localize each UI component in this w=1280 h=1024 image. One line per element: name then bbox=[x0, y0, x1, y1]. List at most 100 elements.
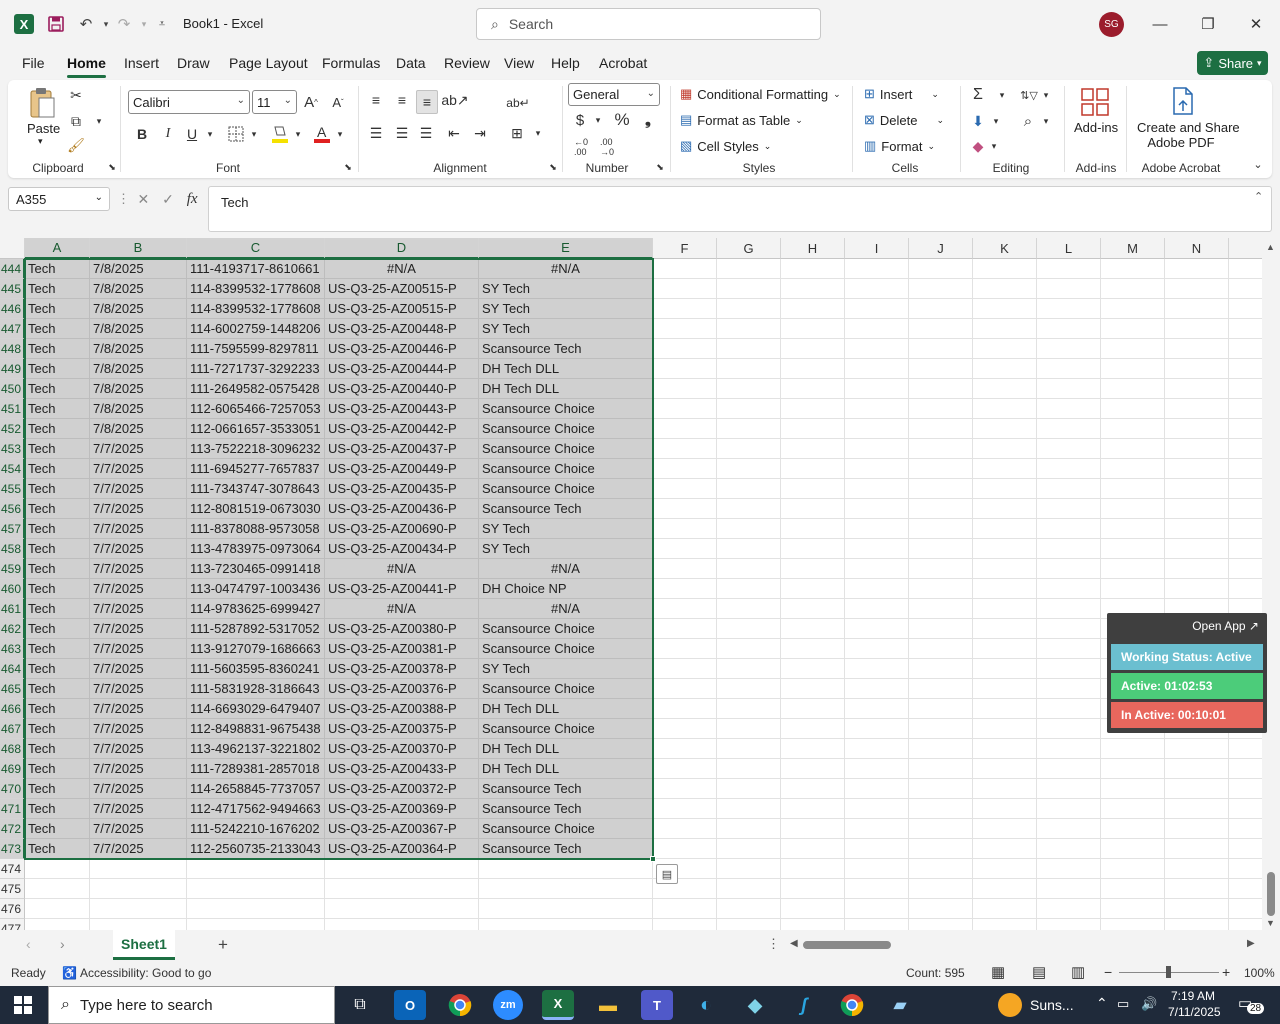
cell-empty[interactable] bbox=[1165, 839, 1229, 859]
cell-empty[interactable] bbox=[1101, 519, 1165, 539]
cell-empty[interactable] bbox=[653, 299, 717, 319]
cell-empty[interactable] bbox=[973, 779, 1037, 799]
cell-empty[interactable] bbox=[1229, 799, 1264, 819]
cell-empty[interactable] bbox=[1165, 799, 1229, 819]
page-break-view-icon[interactable]: ▥ bbox=[1071, 963, 1085, 981]
cell-empty[interactable] bbox=[717, 339, 781, 359]
column-header-l[interactable]: L bbox=[1037, 238, 1101, 259]
cell-a[interactable]: Tech bbox=[25, 419, 90, 439]
cell-empty[interactable] bbox=[1229, 459, 1264, 479]
cell-b[interactable]: 7/8/2025 bbox=[90, 319, 187, 339]
cell-empty[interactable] bbox=[909, 499, 973, 519]
cell-empty[interactable] bbox=[781, 619, 845, 639]
cell-empty[interactable] bbox=[1165, 359, 1229, 379]
row-header[interactable]: 463 bbox=[0, 639, 25, 659]
cell-empty[interactable] bbox=[717, 419, 781, 439]
cell-empty[interactable] bbox=[1165, 299, 1229, 319]
cell-c[interactable]: 111-4193717-8610661 bbox=[187, 259, 325, 279]
cell-e[interactable]: DH Choice NP bbox=[479, 579, 653, 599]
cell-d[interactable]: US-Q3-25-AZ00515-P bbox=[325, 299, 479, 319]
cell-empty[interactable] bbox=[653, 839, 717, 859]
close-icon[interactable]: ✕ bbox=[1244, 12, 1268, 36]
cell-empty[interactable] bbox=[653, 699, 717, 719]
column-header-m[interactable]: M bbox=[1101, 238, 1165, 259]
cell-c[interactable]: 112-0661657-3533051 bbox=[187, 419, 325, 439]
fill-icon[interactable]: ⬇ bbox=[968, 111, 988, 131]
number-format-select[interactable]: General ⌄ bbox=[568, 83, 660, 106]
cell-d[interactable]: US-Q3-25-AZ00433-P bbox=[325, 759, 479, 779]
cell-empty[interactable] bbox=[845, 459, 909, 479]
cell-d[interactable]: US-Q3-25-AZ00437-P bbox=[325, 439, 479, 459]
cell-empty[interactable] bbox=[1229, 759, 1264, 779]
cell-a[interactable]: Tech bbox=[25, 559, 90, 579]
cell-empty[interactable] bbox=[717, 299, 781, 319]
cell-empty[interactable] bbox=[653, 319, 717, 339]
cell-empty[interactable] bbox=[781, 439, 845, 459]
cell-d[interactable] bbox=[325, 919, 479, 930]
tab-split-handle-icon[interactable]: ⋮ bbox=[767, 936, 780, 952]
cell-empty[interactable] bbox=[1037, 499, 1101, 519]
cell-empty[interactable] bbox=[909, 779, 973, 799]
cell-c[interactable]: 111-6945277-7657837 bbox=[187, 459, 325, 479]
cell-empty[interactable] bbox=[653, 899, 717, 919]
cell-d[interactable]: US-Q3-25-AZ00388-P bbox=[325, 699, 479, 719]
cell-a[interactable]: Tech bbox=[25, 819, 90, 839]
row-header[interactable]: 475 bbox=[0, 879, 25, 899]
cell-d[interactable]: US-Q3-25-AZ00376-P bbox=[325, 679, 479, 699]
borders-icon[interactable] bbox=[226, 124, 246, 144]
cell-empty[interactable] bbox=[1037, 759, 1101, 779]
scroll-up-icon[interactable]: ▲ bbox=[1266, 242, 1275, 252]
cell-empty[interactable] bbox=[1229, 739, 1264, 759]
cell-empty[interactable] bbox=[1165, 559, 1229, 579]
cell-empty[interactable] bbox=[1101, 359, 1165, 379]
weather-icon[interactable] bbox=[998, 993, 1022, 1017]
row-header[interactable]: 477 bbox=[0, 919, 25, 930]
cell-empty[interactable] bbox=[845, 259, 909, 279]
fill-color-icon[interactable] bbox=[270, 122, 290, 146]
cell-empty[interactable] bbox=[717, 759, 781, 779]
sheet-tab-sheet1[interactable]: Sheet1 bbox=[113, 930, 175, 960]
cell-empty[interactable] bbox=[653, 779, 717, 799]
row-header[interactable]: 453 bbox=[0, 439, 25, 459]
cell-empty[interactable] bbox=[653, 559, 717, 579]
currency-dropdown-icon[interactable]: ▾ bbox=[592, 110, 604, 130]
cell-d[interactable]: #N/A bbox=[325, 259, 479, 279]
cell-empty[interactable] bbox=[1165, 319, 1229, 339]
excel-taskbar-icon[interactable]: X bbox=[542, 990, 574, 1020]
column-header-partial[interactable] bbox=[1229, 238, 1264, 259]
row-header[interactable]: 458 bbox=[0, 539, 25, 559]
cell-e[interactable]: DH Tech DLL bbox=[479, 379, 653, 399]
cell-empty[interactable] bbox=[1229, 479, 1264, 499]
cell-empty[interactable] bbox=[781, 819, 845, 839]
cell-empty[interactable] bbox=[1229, 899, 1264, 919]
cell-c[interactable]: 114-8399532-1778608 bbox=[187, 279, 325, 299]
network-icon[interactable]: ▭ bbox=[1117, 996, 1129, 1012]
cell-a[interactable] bbox=[25, 859, 90, 879]
cell-e[interactable] bbox=[479, 879, 653, 899]
cell-c[interactable]: 114-9783625-6999427 bbox=[187, 599, 325, 619]
underline-dropdown-icon[interactable]: ▾ bbox=[204, 124, 216, 144]
fill-color-dropdown-icon[interactable]: ▾ bbox=[292, 124, 304, 144]
cell-b[interactable] bbox=[90, 859, 187, 879]
cell-empty[interactable] bbox=[909, 559, 973, 579]
cell-b[interactable]: 7/7/2025 bbox=[90, 739, 187, 759]
cell-b[interactable]: 7/7/2025 bbox=[90, 799, 187, 819]
cell-c[interactable]: 111-7289381-2857018 bbox=[187, 759, 325, 779]
row-header[interactable]: 455 bbox=[0, 479, 25, 499]
cell-empty[interactable] bbox=[1101, 459, 1165, 479]
avatar[interactable]: SG bbox=[1099, 12, 1124, 37]
scroll-left-icon[interactable]: ◀ bbox=[790, 938, 798, 949]
cell-a[interactable]: Tech bbox=[25, 719, 90, 739]
cell-b[interactable]: 7/7/2025 bbox=[90, 759, 187, 779]
cell-empty[interactable] bbox=[781, 919, 845, 930]
cell-c[interactable]: 111-5831928-3186643 bbox=[187, 679, 325, 699]
cell-empty[interactable] bbox=[845, 719, 909, 739]
collapse-formula-bar-icon[interactable]: ⌃ bbox=[1254, 190, 1263, 203]
cell-empty[interactable] bbox=[1101, 799, 1165, 819]
cell-empty[interactable] bbox=[1101, 899, 1165, 919]
cell-d[interactable]: US-Q3-25-AZ00372-P bbox=[325, 779, 479, 799]
cell-empty[interactable] bbox=[909, 539, 973, 559]
cell-empty[interactable] bbox=[1037, 679, 1101, 699]
cell-d[interactable]: US-Q3-25-AZ00448-P bbox=[325, 319, 479, 339]
cell-empty[interactable] bbox=[781, 299, 845, 319]
